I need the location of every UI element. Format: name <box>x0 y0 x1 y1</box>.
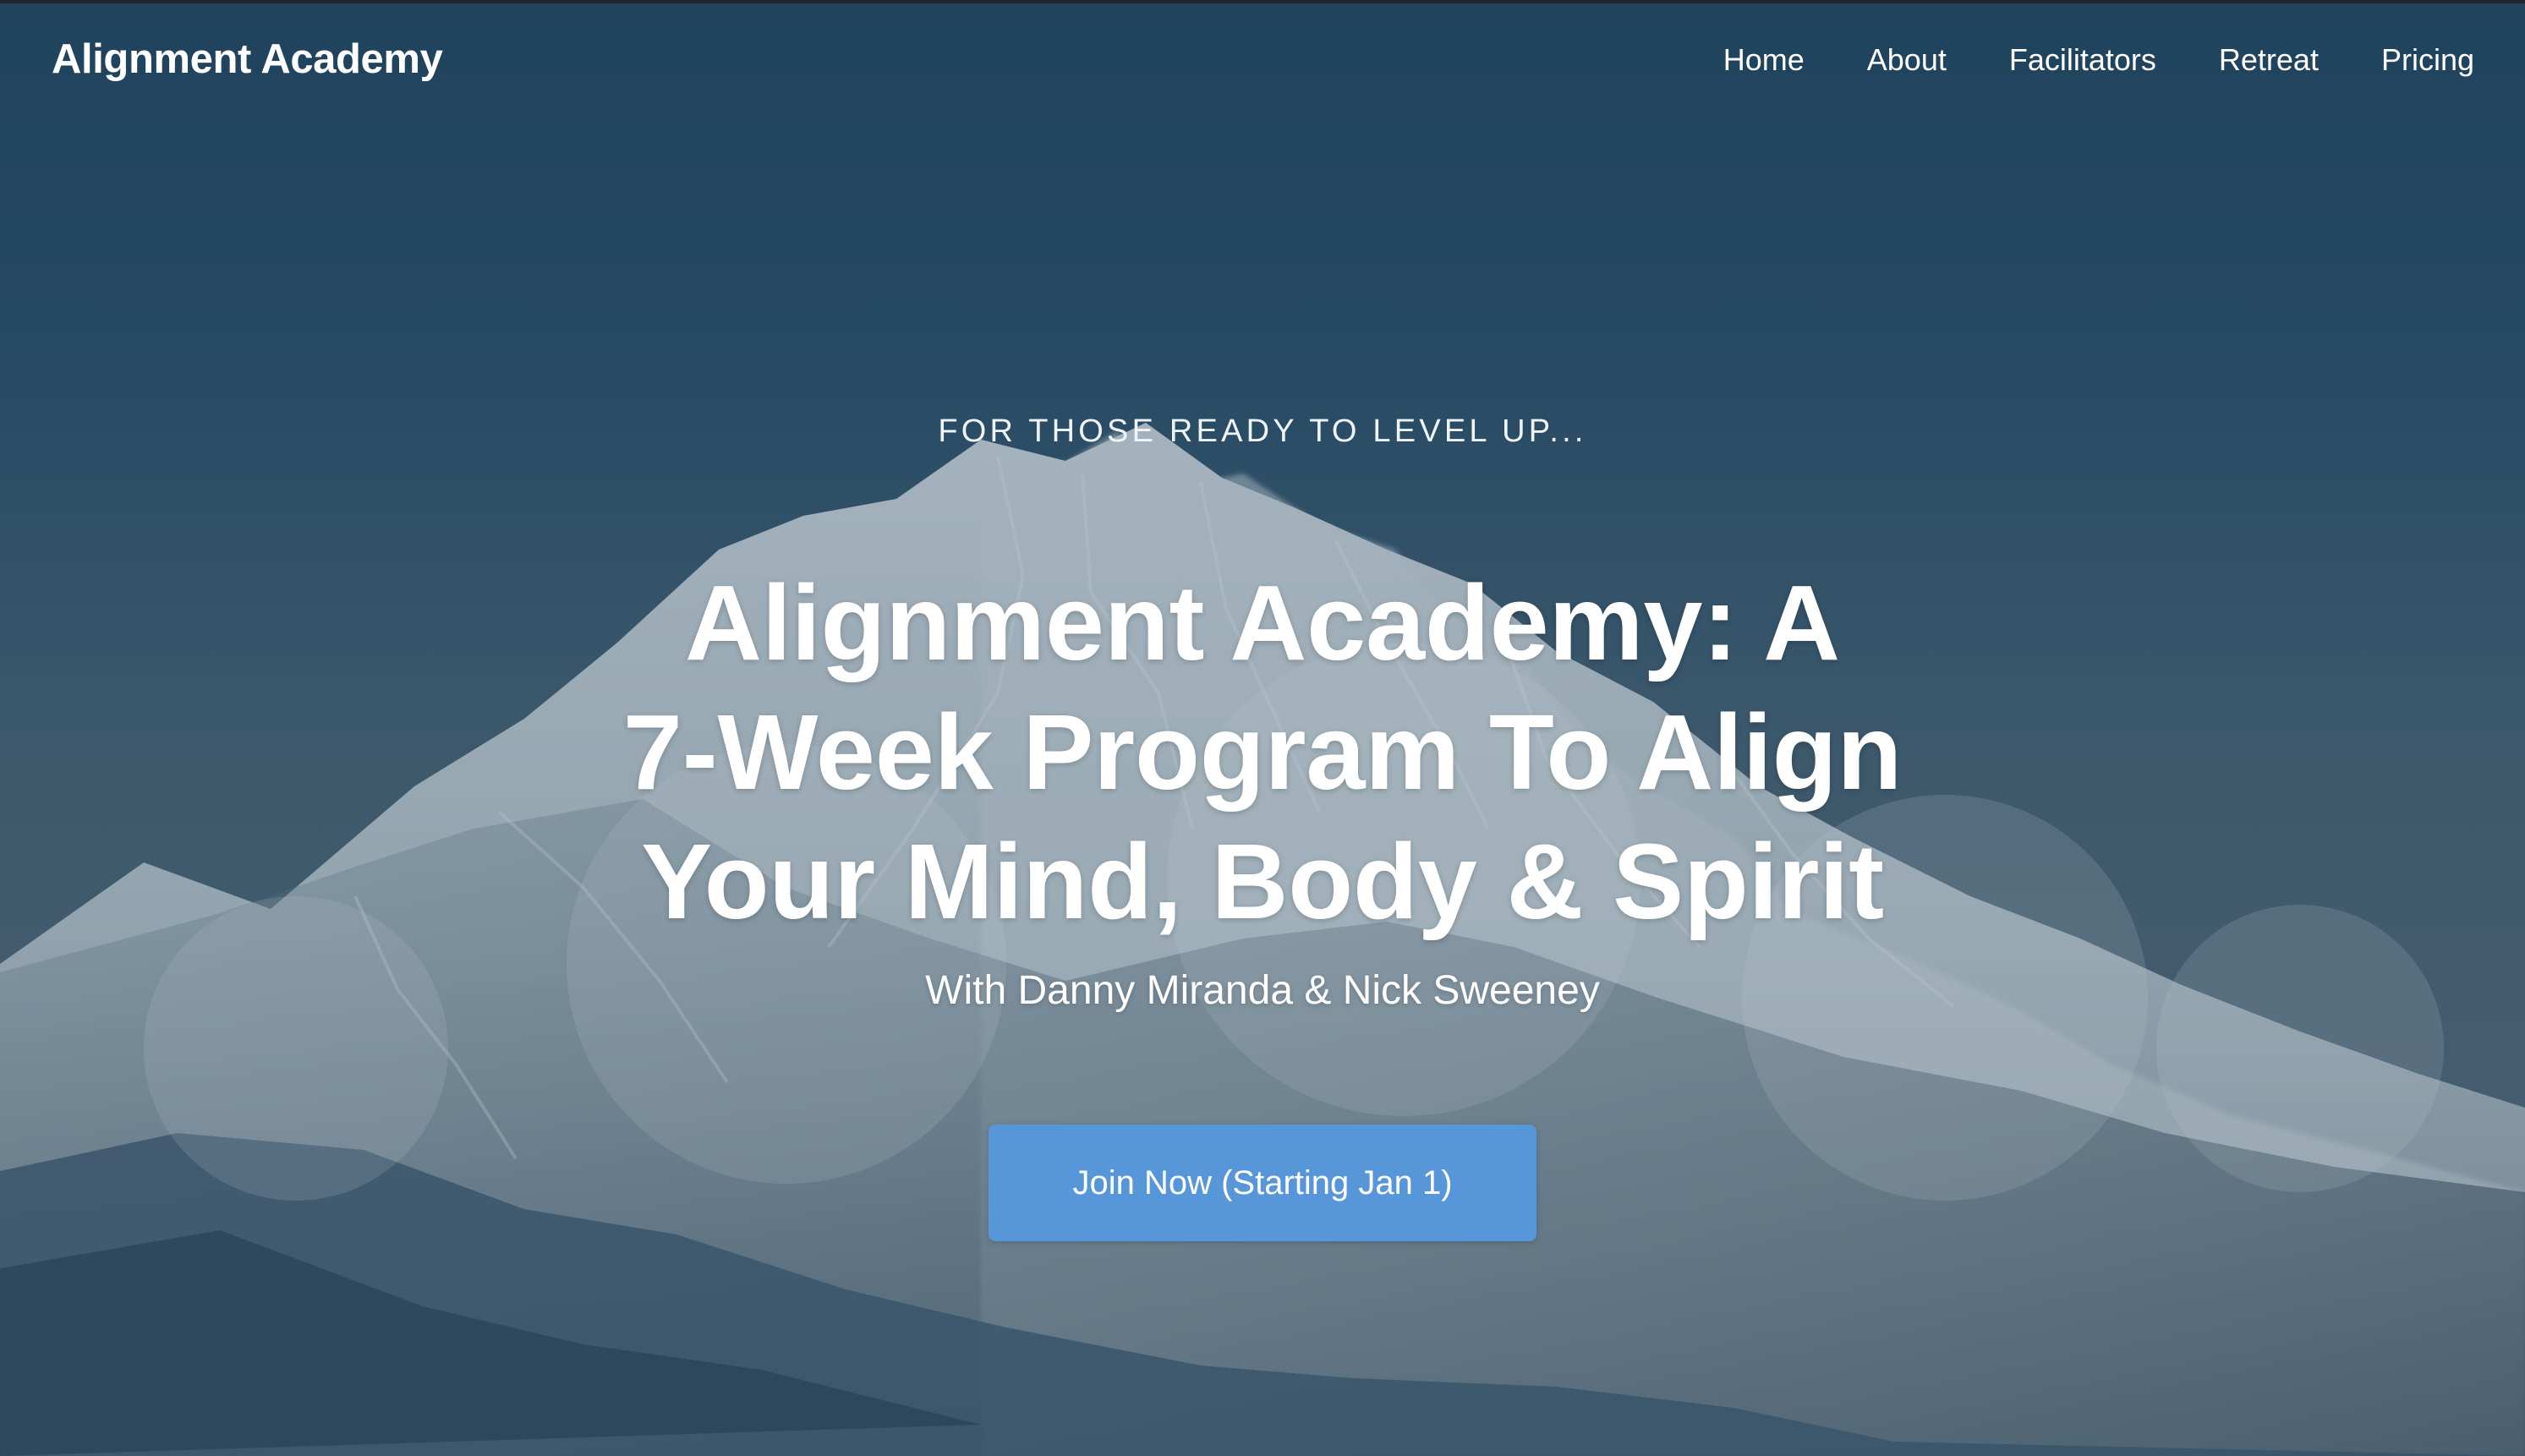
hero-content: FOR THOSE READY TO LEVEL UP... Alignment… <box>0 0 2525 1456</box>
nav-link-retreat[interactable]: Retreat <box>2219 42 2319 78</box>
hero-eyebrow: FOR THOSE READY TO LEVEL UP... <box>938 413 1587 449</box>
nav-link-facilitators[interactable]: Facilitators <box>2009 42 2156 78</box>
hero-headline: Alignment Academy: A 7-Week Program To A… <box>516 558 2009 946</box>
headline-line: 7-Week Program To Align <box>622 692 1903 812</box>
nav-links: Home About Facilitators Retreat Pricing <box>1723 42 2474 78</box>
nav-link-pricing[interactable]: Pricing <box>2381 42 2474 78</box>
nav-link-about[interactable]: About <box>1867 42 1947 78</box>
hero-section: Alignment Academy Home About Facilitator… <box>0 0 2525 1456</box>
hero-subheadline: With Danny Miranda & Nick Sweeney <box>925 968 1600 1013</box>
brand-logo-text[interactable]: Alignment Academy <box>52 36 443 83</box>
headline-line: Your Mind, Body & Spirit <box>641 822 1884 941</box>
join-now-button[interactable]: Join Now (Starting Jan 1) <box>989 1125 1536 1241</box>
nav-link-home[interactable]: Home <box>1723 42 1805 78</box>
headline-line: Alignment Academy: A <box>685 563 1840 682</box>
top-navigation: Alignment Academy Home About Facilitator… <box>0 0 2525 127</box>
